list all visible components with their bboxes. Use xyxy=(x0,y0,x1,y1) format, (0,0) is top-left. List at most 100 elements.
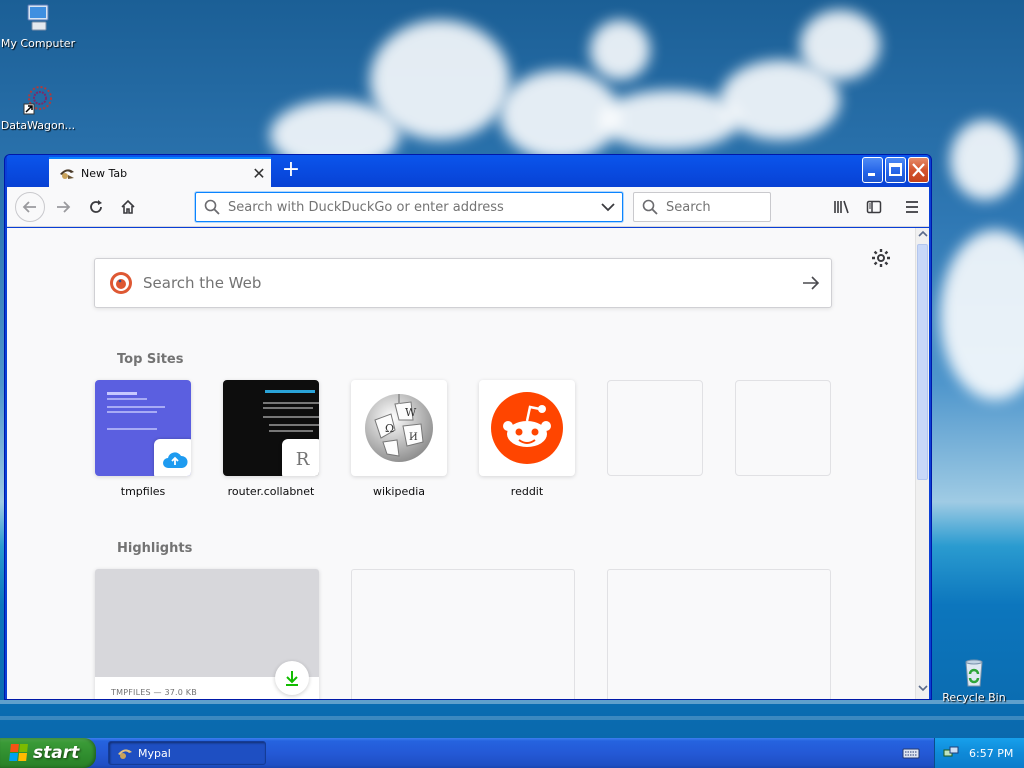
taskbar-item-mypal[interactable]: Mypal xyxy=(108,741,266,765)
wikipedia-globe-icon: Ω W И xyxy=(365,394,433,462)
desktop-icon-datawagon[interactable]: DataWagon... xyxy=(0,84,78,132)
tab-strip: New Tab ✕ + xyxy=(7,155,929,187)
search-bar[interactable]: Search xyxy=(633,192,771,222)
scroll-down-button[interactable] xyxy=(916,683,930,697)
desktop-icon-label: My Computer xyxy=(0,37,76,50)
tab-title: New Tab xyxy=(81,166,128,180)
highlight-card[interactable]: TMPFILES — 37.0 KB xyxy=(95,569,319,699)
cloud xyxy=(590,20,650,80)
vertical-scrollbar[interactable] xyxy=(915,228,929,699)
menu-button[interactable] xyxy=(897,192,927,222)
scroll-up-button[interactable] xyxy=(916,229,930,243)
network-icon[interactable] xyxy=(943,745,959,761)
address-placeholder: Search with DuckDuckGo or enter address xyxy=(228,199,504,215)
site-thumbnail-empty xyxy=(607,380,703,476)
browser-window: New Tab ✕ + Search with DuckDuckGo or en… xyxy=(4,154,932,700)
home-icon xyxy=(121,199,135,214)
computer-icon xyxy=(22,2,54,34)
url-dropdown-button[interactable] xyxy=(594,202,622,212)
scroll-thumb[interactable] xyxy=(917,244,928,480)
highlight-meta: TMPFILES — 37.0 KB xyxy=(111,688,197,697)
top-site-reddit[interactable]: reddit xyxy=(479,380,575,498)
svg-text:И: И xyxy=(409,432,418,443)
maximize-button[interactable] xyxy=(885,157,906,183)
web-search-submit[interactable] xyxy=(791,263,831,303)
sidebar-button[interactable] xyxy=(859,192,889,222)
back-button[interactable] xyxy=(15,192,45,222)
cloud xyxy=(370,20,510,140)
address-bar[interactable]: Search with DuckDuckGo or enter address xyxy=(195,192,623,222)
clock[interactable]: 6:57 PM xyxy=(969,747,1013,760)
thumbnail-line xyxy=(269,424,319,426)
start-label: start xyxy=(33,743,80,763)
top-site-wikipedia[interactable]: Ω W И wikipedia xyxy=(351,380,447,498)
site-label: tmpfiles xyxy=(120,485,166,498)
site-badge: R xyxy=(282,439,319,476)
tab-new-tab[interactable]: New Tab ✕ xyxy=(49,157,271,187)
close-icon xyxy=(912,163,925,177)
desktop-icon-recycle-bin[interactable]: Recycle Bin xyxy=(934,656,1014,704)
site-thumbnail xyxy=(479,380,575,476)
mypal-icon xyxy=(118,749,132,759)
desktop-icon-label: Recycle Bin xyxy=(942,691,1006,704)
cloud xyxy=(950,120,1020,200)
new-tab-button[interactable]: + xyxy=(277,157,305,185)
forward-icon xyxy=(57,201,71,213)
start-button[interactable]: start xyxy=(0,738,96,768)
site-thumbnail-empty xyxy=(735,380,831,476)
reddit-icon xyxy=(491,392,563,464)
gear-icon xyxy=(872,249,890,267)
top-site-empty[interactable] xyxy=(607,380,703,485)
thumbnail-line xyxy=(107,398,147,400)
svg-text:W: W xyxy=(405,406,417,419)
taskbar-item-label: Mypal xyxy=(138,746,171,760)
library-icon xyxy=(834,200,849,214)
cloud-upload-icon xyxy=(162,451,188,468)
cloud xyxy=(600,90,740,150)
highlight-card-empty xyxy=(607,569,831,699)
web-search-box[interactable]: Search the Web xyxy=(94,258,832,308)
top-site-router-collabnet[interactable]: R router.collabnet xyxy=(223,380,319,498)
sea-glare xyxy=(0,700,1024,704)
home-button[interactable] xyxy=(113,192,143,222)
datawagon-icon xyxy=(22,84,54,116)
search-icon xyxy=(642,199,658,215)
tab-close-icon[interactable]: ✕ xyxy=(247,164,271,183)
back-icon xyxy=(22,201,36,213)
desktop-icon-my-computer[interactable]: My Computer xyxy=(0,2,78,50)
search-icon xyxy=(204,199,220,215)
highlight-thumbnail xyxy=(95,569,319,677)
highlight-card-empty xyxy=(351,569,575,699)
reload-icon xyxy=(90,200,102,213)
minimize-button[interactable] xyxy=(862,157,883,183)
thumbnail-line xyxy=(269,430,313,432)
navigation-toolbar: Search with DuckDuckGo or enter address … xyxy=(7,187,929,227)
highlights-heading: Highlights xyxy=(117,541,193,556)
download-button[interactable] xyxy=(275,661,309,695)
forward-button[interactable] xyxy=(48,192,78,222)
chevron-down-icon xyxy=(601,203,615,212)
close-window-button[interactable] xyxy=(908,157,929,183)
thumbnail-line xyxy=(265,390,315,393)
thumbnail-line xyxy=(263,402,319,404)
recycle-bin-icon xyxy=(958,656,990,688)
keyboard-icon[interactable] xyxy=(902,746,920,760)
library-button[interactable] xyxy=(827,192,857,222)
new-tab-page: Search the Web Top Sites tmpfiles R rout… xyxy=(7,228,915,699)
site-label: router.collabnet xyxy=(227,485,315,498)
chevron-down-icon xyxy=(918,685,928,692)
web-search-placeholder: Search the Web xyxy=(143,274,262,292)
arrow-right-icon xyxy=(803,276,820,290)
site-label: wikipedia xyxy=(372,485,425,498)
top-site-empty[interactable] xyxy=(735,380,831,485)
thumbnail-line xyxy=(107,428,157,430)
cloud xyxy=(940,230,1024,400)
top-site-tmpfiles[interactable]: tmpfiles xyxy=(95,380,191,498)
sea-glare xyxy=(0,716,1024,720)
reload-button[interactable] xyxy=(81,192,111,222)
customize-button[interactable] xyxy=(871,248,893,270)
top-sites-heading: Top Sites xyxy=(117,352,184,367)
taskbar: start Mypal 6:57 PM xyxy=(0,738,1024,768)
thumbnail-line xyxy=(107,411,157,413)
download-icon xyxy=(286,671,298,686)
